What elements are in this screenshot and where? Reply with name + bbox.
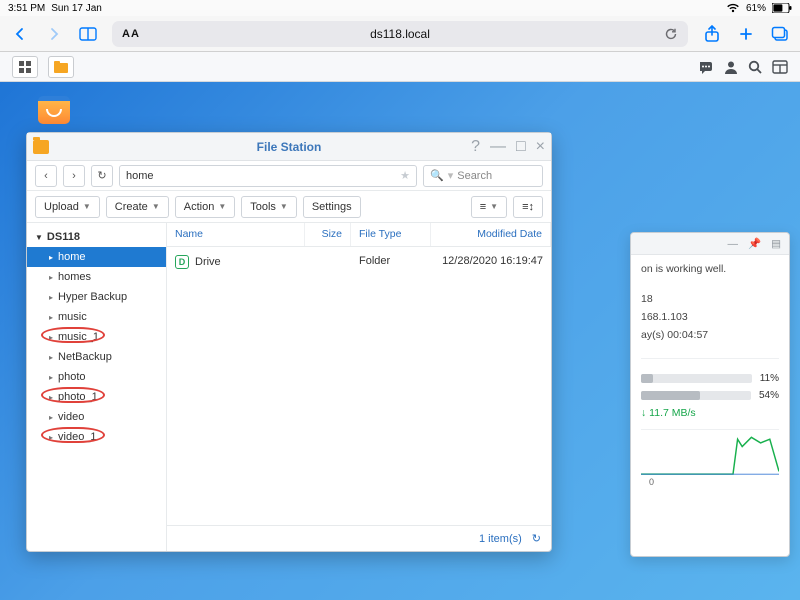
tree-root[interactable]: ▼DS118 bbox=[27, 227, 166, 247]
dsm-dashboard-button[interactable] bbox=[12, 56, 38, 78]
tree-item-home[interactable]: ▸home bbox=[27, 247, 166, 267]
battery-percent: 61% bbox=[746, 3, 766, 14]
url-text: ds118.local bbox=[370, 27, 430, 41]
nav-back-button[interactable]: ‹ bbox=[35, 165, 57, 187]
widgets-icon[interactable] bbox=[772, 60, 788, 74]
back-button[interactable] bbox=[10, 24, 30, 44]
system-health-widget: — 📌 ▤ on is working well. 18 168.1.103 a… bbox=[630, 232, 790, 557]
tools-button[interactable]: Tools▼ bbox=[241, 196, 297, 218]
dsm-taskbar bbox=[0, 52, 800, 82]
notification-icon[interactable] bbox=[698, 60, 714, 74]
uptime-fragment: ay(s) 00:04:57 bbox=[641, 329, 779, 341]
ip-fragment: 168.1.103 bbox=[641, 311, 779, 323]
minimize-icon[interactable]: — bbox=[490, 138, 506, 156]
new-tab-icon[interactable] bbox=[736, 24, 756, 44]
window-title: File Station bbox=[257, 140, 322, 154]
search-input[interactable]: 🔍 ▾ Search bbox=[423, 165, 543, 187]
tree-item-photo[interactable]: ▸photo bbox=[27, 367, 166, 387]
create-button[interactable]: Create▼ bbox=[106, 196, 169, 218]
table-row[interactable]: DDriveFolder12/28/2020 16:19:47 bbox=[167, 247, 551, 277]
widget-minimize-icon[interactable]: — bbox=[728, 238, 739, 250]
dsm-desktop[interactable]: File Station ? — □ × ‹ › ↻ home ★ 🔍 bbox=[0, 82, 800, 600]
widget-pin-icon[interactable]: 📌 bbox=[748, 237, 761, 250]
file-list[interactable]: DDriveFolder12/28/2020 16:19:47 bbox=[167, 247, 551, 525]
network-chart: 0 bbox=[641, 429, 779, 487]
tree-item-music[interactable]: ▸music bbox=[27, 307, 166, 327]
close-icon[interactable]: × bbox=[536, 138, 545, 156]
forward-button[interactable] bbox=[44, 24, 64, 44]
nav-forward-button[interactable]: › bbox=[63, 165, 85, 187]
hostname-fragment: 18 bbox=[641, 293, 779, 305]
filestation-icon bbox=[33, 140, 49, 154]
user-icon[interactable] bbox=[724, 60, 738, 74]
bookmarks-icon[interactable] bbox=[78, 24, 98, 44]
path-input[interactable]: home ★ bbox=[119, 165, 417, 187]
col-type[interactable]: File Type bbox=[351, 223, 431, 246]
view-list-button[interactable]: ≡ ▼ bbox=[471, 196, 507, 218]
upload-button[interactable]: Upload▼ bbox=[35, 196, 100, 218]
footer-refresh-icon[interactable]: ↻ bbox=[532, 532, 541, 545]
battery-icon bbox=[772, 3, 792, 13]
status-time: 3:51 PM bbox=[8, 3, 45, 14]
sort-button[interactable]: ≡↕ bbox=[513, 196, 543, 218]
search-placeholder: Search bbox=[457, 170, 492, 182]
col-date[interactable]: Modified Date bbox=[431, 223, 551, 246]
action-button[interactable]: Action▼ bbox=[175, 196, 236, 218]
refresh-button[interactable]: ↻ bbox=[91, 165, 113, 187]
tree-item-video_1[interactable]: ▸video_1 bbox=[27, 427, 166, 447]
tree-item-Hyper-Backup[interactable]: ▸Hyper Backup bbox=[27, 287, 166, 307]
wifi-icon bbox=[726, 3, 740, 13]
tree-item-homes[interactable]: ▸homes bbox=[27, 267, 166, 287]
address-bar[interactable]: AA ds118.local bbox=[112, 21, 688, 47]
item-count: 1 item(s) bbox=[479, 533, 522, 545]
ram-percent: 54% bbox=[759, 390, 779, 401]
column-headers[interactable]: Name Size File Type Modified Date bbox=[167, 223, 551, 247]
star-icon[interactable]: ★ bbox=[400, 169, 410, 182]
network-down: ↓ 11.7 MB/s bbox=[641, 407, 779, 419]
tree-item-NetBackup[interactable]: ▸NetBackup bbox=[27, 347, 166, 367]
widget-menu-icon[interactable]: ▤ bbox=[771, 238, 781, 250]
share-icon[interactable] bbox=[702, 24, 722, 44]
tree-item-video[interactable]: ▸video bbox=[27, 407, 166, 427]
package-center-icon[interactable] bbox=[38, 96, 70, 124]
health-status-text: on is working well. bbox=[641, 263, 779, 275]
settings-button[interactable]: Settings bbox=[303, 196, 361, 218]
help-icon[interactable]: ? bbox=[471, 138, 480, 156]
tree-item-photo_1[interactable]: ▸photo_1 bbox=[27, 387, 166, 407]
path-value: home bbox=[126, 170, 154, 182]
folder-tree[interactable]: ▼DS118 ▸home▸homes▸Hyper Backup▸music▸mu… bbox=[27, 223, 167, 551]
dsm-taskbar-filestation[interactable] bbox=[48, 56, 74, 78]
tree-item-music_1[interactable]: ▸music_1 bbox=[27, 327, 166, 347]
file-station-window: File Station ? — □ × ‹ › ↻ home ★ 🔍 bbox=[26, 132, 552, 552]
window-titlebar[interactable]: File Station ? — □ × bbox=[27, 133, 551, 161]
cpu-percent: 11% bbox=[760, 373, 779, 384]
reload-icon[interactable] bbox=[664, 27, 678, 41]
drive-icon: D bbox=[175, 255, 189, 269]
col-name[interactable]: Name bbox=[167, 223, 305, 246]
tabs-icon[interactable] bbox=[770, 24, 790, 44]
maximize-icon[interactable]: □ bbox=[516, 138, 526, 156]
status-date: Sun 17 Jan bbox=[51, 3, 102, 14]
ipad-status-bar: 3:51 PM Sun 17 Jan 61% bbox=[0, 0, 800, 16]
col-size[interactable]: Size bbox=[305, 223, 351, 246]
reader-aa-icon[interactable]: AA bbox=[122, 28, 140, 40]
safari-toolbar: AA ds118.local bbox=[0, 16, 800, 52]
search-glass-icon: 🔍 bbox=[430, 169, 444, 182]
search-icon[interactable] bbox=[748, 60, 762, 74]
